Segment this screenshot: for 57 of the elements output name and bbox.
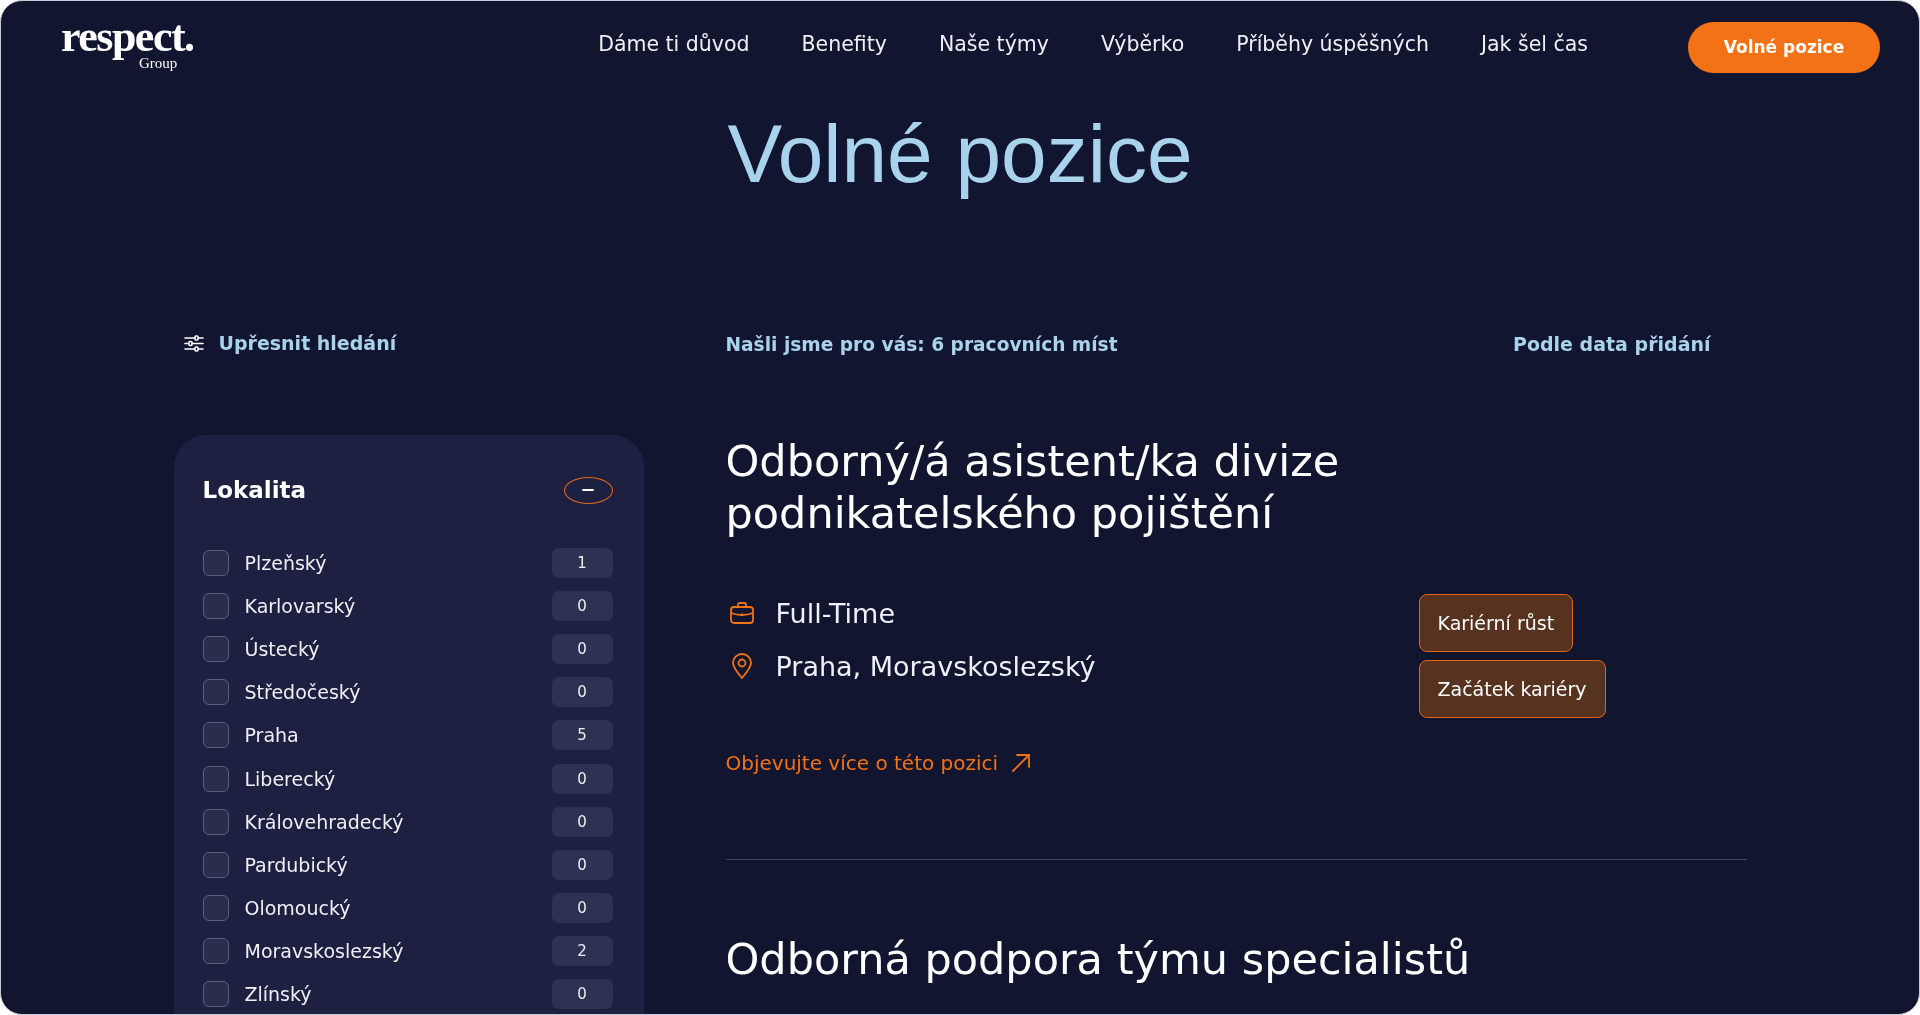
job-tag: Kariérní růst bbox=[1418, 594, 1574, 652]
option-label: Středočeský bbox=[244, 681, 361, 704]
option-label: Královehradecký bbox=[244, 810, 404, 833]
option-count: 0 bbox=[551, 893, 613, 924]
checkbox[interactable] bbox=[202, 938, 229, 965]
nav-link[interactable]: Benefity bbox=[801, 32, 887, 56]
option-count: 1 bbox=[551, 547, 613, 578]
sliders-icon bbox=[183, 334, 204, 352]
location-pin-icon bbox=[731, 653, 752, 679]
job-tag: Začátek kariéry bbox=[1418, 660, 1606, 718]
sort-select[interactable]: Podle data přidání bbox=[1513, 333, 1711, 355]
option-count: 2 bbox=[551, 936, 613, 967]
option-count: 0 bbox=[551, 763, 613, 794]
arrow-up-right-icon bbox=[1012, 754, 1031, 772]
nav-link[interactable]: Příběhy úspěšných bbox=[1236, 32, 1429, 56]
checkbox[interactable] bbox=[202, 895, 229, 922]
checkbox[interactable] bbox=[202, 981, 229, 1008]
employment-type: Full-Time bbox=[775, 597, 895, 629]
checkbox[interactable] bbox=[202, 549, 229, 576]
option-count: 0 bbox=[551, 849, 613, 880]
nav-link[interactable]: Výběrko bbox=[1100, 32, 1185, 56]
option-label: Olomoucký bbox=[244, 897, 351, 920]
logo[interactable]: respect. Group bbox=[61, 17, 194, 71]
option-label: Liberecký bbox=[244, 767, 336, 790]
option-label: Moravskoslezský bbox=[244, 940, 404, 963]
option-count: 0 bbox=[551, 590, 613, 621]
job-details-link[interactable]: Objevujte více o této pozici bbox=[725, 751, 1031, 775]
checkbox[interactable] bbox=[202, 808, 229, 835]
option-count: 0 bbox=[551, 633, 613, 664]
filter-title: Lokalita bbox=[202, 477, 307, 503]
minus-icon bbox=[582, 489, 594, 491]
option-label: Praha bbox=[244, 724, 299, 747]
briefcase-icon bbox=[729, 602, 754, 624]
nav-link[interactable]: Dáme ti důvod bbox=[598, 32, 750, 56]
option-label: Pardubický bbox=[244, 853, 348, 876]
option-label: Karlovarský bbox=[244, 594, 356, 617]
option-label: Zlínský bbox=[244, 983, 312, 1006]
option-count: 0 bbox=[551, 979, 613, 1010]
option-label: Plzeňský bbox=[244, 551, 327, 574]
refine-search-button[interactable]: Upřesnit hledání bbox=[183, 332, 397, 355]
checkbox[interactable] bbox=[202, 765, 229, 792]
job-title: Odborný/á asistent/ka divize podnikatelského pojištění bbox=[725, 435, 1341, 539]
nav-link[interactable]: Jak šel čas bbox=[1481, 32, 1588, 56]
option-count: 0 bbox=[551, 677, 613, 708]
checkbox[interactable] bbox=[202, 851, 229, 878]
checkbox[interactable] bbox=[202, 722, 229, 749]
checkbox[interactable] bbox=[202, 679, 229, 706]
option-count: 5 bbox=[551, 720, 613, 751]
job-location: Praha, Moravskoslezský bbox=[775, 650, 1096, 682]
option-label: Ústecký bbox=[244, 637, 320, 660]
checkbox[interactable] bbox=[202, 592, 229, 619]
checkbox[interactable] bbox=[202, 635, 229, 662]
option-count: 0 bbox=[551, 806, 613, 837]
job-title: Odborná podpora týmu specialistů bbox=[725, 933, 1472, 985]
page-title: Volné pozice bbox=[726, 111, 1194, 197]
results-count-text: Našli jsme pro vás: 6 pracovních míst bbox=[725, 333, 1118, 355]
nav-link[interactable]: Naše týmy bbox=[938, 32, 1049, 56]
